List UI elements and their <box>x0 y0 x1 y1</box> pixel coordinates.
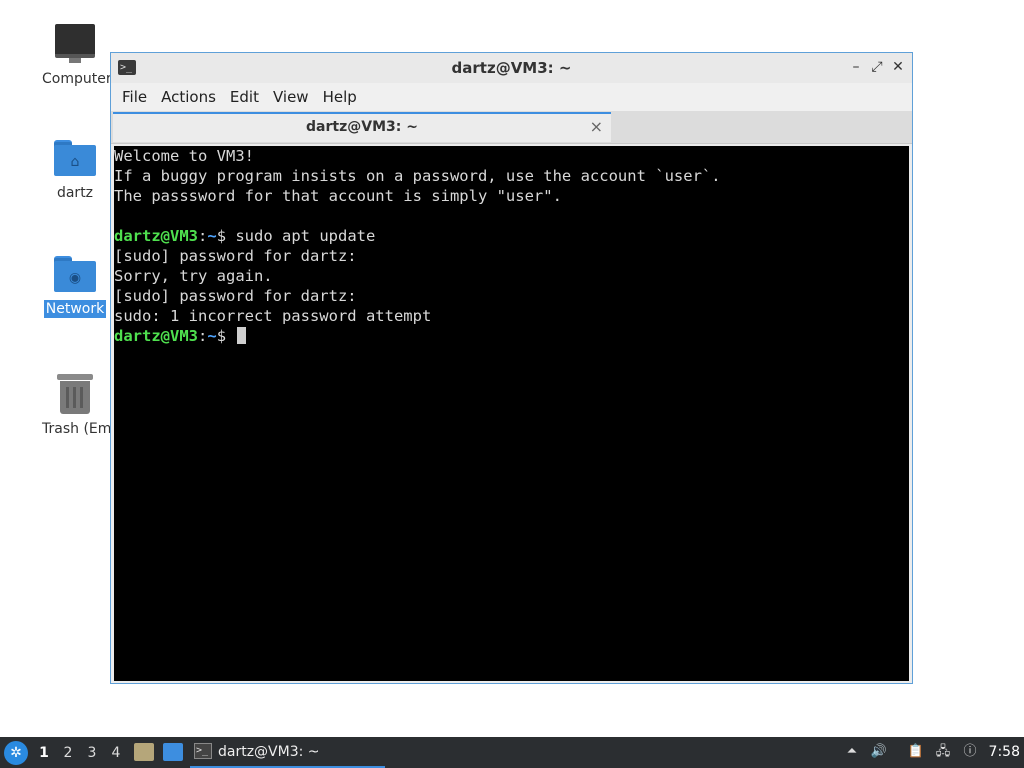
terminal-prompt-line: dartz@VM3:~$ <box>114 326 909 346</box>
notification-icon[interactable]: ⓘ <box>961 743 979 761</box>
terminal-window: >_ dartz@VM3: ~ – ⤢ ✕ File Actions Edit … <box>110 52 913 684</box>
prompt-user: dartz@VM3 <box>114 327 198 345</box>
menu-help[interactable]: Help <box>316 88 364 106</box>
menu-bar: File Actions Edit View Help <box>111 83 912 111</box>
terminal-tab[interactable]: dartz@VM3: ~ × <box>113 112 611 142</box>
tab-close-icon[interactable]: × <box>590 117 603 136</box>
menu-edit[interactable]: Edit <box>223 88 266 106</box>
network-icon[interactable]: 🖧 <box>934 743 952 761</box>
terminal-output[interactable]: Welcome to VM3! If a buggy program insis… <box>114 146 909 681</box>
network-folder-icon: ◉ <box>54 256 96 292</box>
prompt-separator: : <box>198 327 208 345</box>
desktop-icon-label: dartz <box>56 185 94 201</box>
desktop-icon-network[interactable]: ◉ Network <box>40 256 110 318</box>
workspace-2[interactable]: 2 <box>61 745 75 761</box>
desktop-icon-dartz[interactable]: ⌂ dartz <box>40 140 110 202</box>
terminal-line: Sorry, try again. <box>114 267 273 285</box>
desktop-icon-trash[interactable]: Trash (Empt <box>40 374 126 438</box>
start-menu-icon[interactable]: ✲ <box>4 741 28 765</box>
terminal-task-icon: >_ <box>194 743 212 759</box>
show-desktop-icon[interactable] <box>163 743 183 761</box>
close-button[interactable]: ✕ <box>889 58 907 76</box>
terminal-line: Welcome to VM3! <box>114 147 254 165</box>
tab-label: dartz@VM3: ~ <box>306 119 418 135</box>
prompt-user: dartz@VM3 <box>114 227 198 245</box>
prompt-command: $ sudo apt update <box>216 227 376 245</box>
taskbar-task-terminal[interactable]: >_ dartz@VM3: ~ <box>190 737 385 768</box>
terminal-line: The passsword for that account is simply… <box>114 187 562 205</box>
file-manager-icon[interactable] <box>134 743 154 761</box>
tray-arrow-icon[interactable]: ⏶ <box>843 743 861 761</box>
desktop-icon-label: Network <box>43 300 107 318</box>
terminal-line: [sudo] password for dartz: <box>114 287 357 305</box>
tab-bar: dartz@VM3: ~ × <box>111 111 912 144</box>
maximize-button[interactable]: ⤢ <box>868 58 886 76</box>
terminal-line: sudo: 1 incorrect password attempt <box>114 307 432 325</box>
trash-icon <box>57 374 93 414</box>
home-folder-icon: ⌂ <box>54 140 96 176</box>
clipboard-icon[interactable]: 📋 <box>907 743 925 761</box>
menu-actions[interactable]: Actions <box>154 88 223 106</box>
volume-icon[interactable]: 🔊 <box>870 743 888 761</box>
minimize-button[interactable]: – <box>847 58 865 76</box>
desktop-icon-computer[interactable]: Computer <box>40 24 112 88</box>
text-cursor <box>237 327 247 344</box>
menu-file[interactable]: File <box>115 88 154 106</box>
terminal-line: [sudo] password for dartz: <box>114 247 357 265</box>
desktop-icon-label: Computer <box>42 71 112 87</box>
computer-icon <box>55 24 95 63</box>
workspace-1[interactable]: 1 <box>37 745 51 761</box>
terminal-line: If a buggy program insists on a password… <box>114 167 721 185</box>
window-titlebar[interactable]: >_ dartz@VM3: ~ – ⤢ ✕ <box>111 53 912 83</box>
window-title: dartz@VM3: ~ <box>451 59 572 77</box>
clock[interactable]: 7:58 <box>989 744 1020 760</box>
task-label: dartz@VM3: ~ <box>218 744 320 760</box>
menu-view[interactable]: View <box>266 88 316 106</box>
workspace-4[interactable]: 4 <box>109 745 123 761</box>
terminal-prompt-line: dartz@VM3:~$ sudo apt update <box>114 226 909 246</box>
prompt-separator: : <box>198 227 208 245</box>
prompt-command: $ <box>216 327 236 345</box>
taskbar: ✲ 1 2 3 4 >_ dartz@VM3: ~ ⏶ 🔊 📋 🖧 ⓘ 7:58 <box>0 737 1024 768</box>
prompt-path: ~ <box>207 327 217 345</box>
workspace-3[interactable]: 3 <box>85 745 99 761</box>
prompt-path: ~ <box>207 227 217 245</box>
